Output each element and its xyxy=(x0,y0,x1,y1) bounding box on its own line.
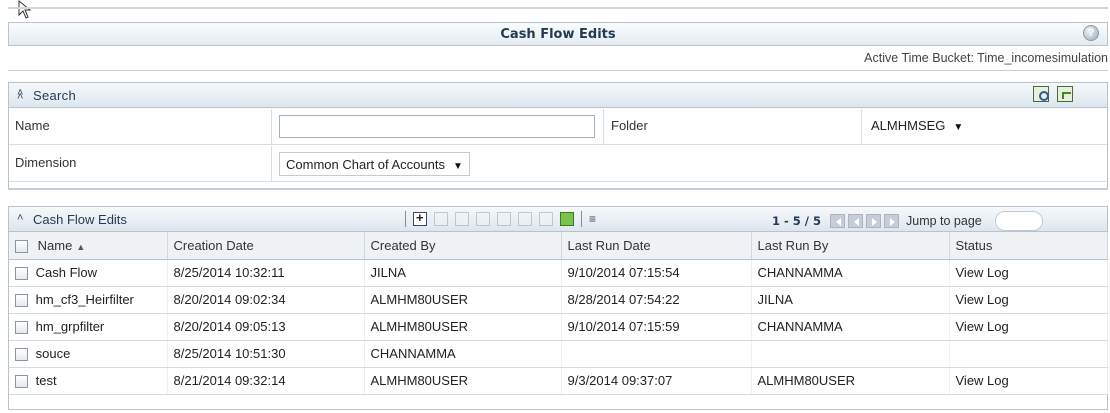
view-log-link[interactable] xyxy=(949,340,1108,368)
row-creation-date: 8/20/2014 09:02:34 xyxy=(167,286,365,314)
dimension-select-value: Common Chart of Accounts xyxy=(286,157,445,172)
search-panel: ˄ ˄ Search Name Folder ALMHMSEG ▼ Dimensi… xyxy=(8,82,1108,190)
row-creation-date: 8/20/2014 09:05:13 xyxy=(167,313,365,341)
chevron-down-icon: ▼ xyxy=(452,161,463,172)
row-name: hm_grpfilter xyxy=(35,318,105,334)
divider xyxy=(8,188,1108,190)
chevron-down-icon: ▼ xyxy=(953,122,964,133)
row-last-run-date: 9/10/2014 07:15:59 xyxy=(561,313,752,341)
mouse-cursor-icon xyxy=(18,0,32,19)
edit-icon[interactable] xyxy=(455,212,469,226)
dimension-label: Dimension xyxy=(15,155,77,170)
cash-flow-edits-panel: ˄ Cash Flow Edits ≡ 1 - 5 / 5 Jump to pa… xyxy=(8,206,1108,410)
row-creation-date: 8/21/2014 09:32:14 xyxy=(167,367,365,395)
view-log-link[interactable]: View Log xyxy=(949,286,1108,314)
row-created-by: ALMHM80USER xyxy=(364,313,562,341)
table-row[interactable]: souce 8/25/2014 10:51:30 CHANNAMMA xyxy=(9,340,1108,368)
row-created-by: ALMHM80USER xyxy=(364,286,562,314)
table-row[interactable]: hm_cf3_Heirfilter 8/20/2014 09:02:34 ALM… xyxy=(9,286,1108,314)
dimension-select[interactable]: Common Chart of Accounts ▼ xyxy=(279,152,470,176)
row-creation-date: 8/25/2014 10:32:11 xyxy=(167,259,365,287)
pager: 1 - 5 / 5 Jump to page xyxy=(772,211,1043,231)
folder-select-value: ALMHMSEG xyxy=(871,118,946,133)
row-last-run-date: 9/10/2014 07:15:54 xyxy=(561,259,752,287)
run-icon[interactable] xyxy=(497,212,511,226)
last-page-icon[interactable] xyxy=(884,214,899,228)
row-checkbox[interactable] xyxy=(15,294,28,308)
collapse-chevron-icon[interactable]: ˄ xyxy=(17,212,23,224)
previous-page-icon[interactable] xyxy=(848,214,863,228)
row-last-run-by: CHANNAMMA xyxy=(751,259,950,287)
search-panel-title: Search xyxy=(33,88,76,103)
top-divider xyxy=(8,7,1108,9)
view-icon[interactable] xyxy=(434,212,448,226)
row-created-by: ALMHM80USER xyxy=(364,367,562,395)
collapse-chevron-icon-2: ˄ xyxy=(17,91,24,103)
table-row[interactable]: test 8/21/2014 09:32:14 ALMHM80USER 9/3/… xyxy=(9,367,1108,395)
row-last-run-by: CHANNAMMA xyxy=(751,313,950,341)
column-header-status[interactable]: Status xyxy=(949,232,1108,260)
folder-label: Folder xyxy=(611,118,648,133)
row-checkbox[interactable] xyxy=(15,321,28,335)
save-as-icon[interactable] xyxy=(518,212,532,226)
search-icon[interactable] xyxy=(1033,86,1049,102)
jump-to-page-label: Jump to page xyxy=(906,214,982,228)
page-title: Cash Flow Edits xyxy=(500,27,616,42)
column-header-name[interactable]: Name ▲ xyxy=(9,232,168,260)
pager-count: 1 - 5 / 5 xyxy=(772,214,821,228)
jump-to-page-input[interactable] xyxy=(994,211,1043,231)
row-last-run-date: 8/28/2014 07:54:22 xyxy=(561,286,752,314)
row-checkbox[interactable] xyxy=(15,267,28,281)
active-time-bucket: Active Time Bucket: Time_incomesimulatio… xyxy=(864,51,1108,65)
delete-icon[interactable] xyxy=(476,212,490,226)
reset-icon[interactable] xyxy=(1057,86,1073,102)
row-checkbox[interactable] xyxy=(15,348,28,362)
add-icon[interactable] xyxy=(413,210,427,226)
table-row[interactable]: Cash Flow 8/25/2014 10:32:11 JILNA 9/10/… xyxy=(9,259,1108,287)
search-row-dimension: Dimension Common Chart of Accounts ▼ xyxy=(9,146,1107,182)
cash-flow-edits-table: Name ▲ Creation Date Created By Last Run … xyxy=(9,232,1108,395)
next-page-icon[interactable] xyxy=(866,214,881,228)
row-last-run-date xyxy=(561,340,752,368)
name-label: Name xyxy=(15,118,50,133)
row-last-run-by xyxy=(751,340,950,368)
column-header-creation-date[interactable]: Creation Date xyxy=(167,232,365,260)
column-header-last-run-date[interactable]: Last Run Date xyxy=(561,232,752,260)
table-header-row: Name ▲ Creation Date Created By Last Run … xyxy=(9,232,1108,260)
column-header-label: Name xyxy=(37,237,73,253)
first-page-icon[interactable] xyxy=(830,214,845,228)
row-name: Cash Flow xyxy=(35,264,98,280)
table-row[interactable]: hm_grpfilter 8/20/2014 09:05:13 ALMHM80U… xyxy=(9,313,1108,341)
folder-select[interactable]: ALMHMSEG ▼ xyxy=(865,114,970,138)
column-header-created-by[interactable]: Created By xyxy=(364,232,562,260)
search-row-name-folder: Name Folder ALMHMSEG ▼ xyxy=(9,109,1107,145)
divider xyxy=(8,70,1108,71)
grid-panel-header: ˄ Cash Flow Edits ≡ 1 - 5 / 5 Jump to pa… xyxy=(9,207,1107,232)
row-last-run-by: ALMHM80USER xyxy=(751,367,950,395)
row-last-run-date: 9/3/2014 09:37:07 xyxy=(561,367,752,395)
row-name: hm_cf3_Heirfilter xyxy=(35,291,134,307)
row-last-run-by: JILNA xyxy=(751,286,950,314)
grid-panel-title: Cash Flow Edits xyxy=(33,212,127,227)
page-title-bar: Cash Flow Edits ? xyxy=(8,22,1108,46)
select-all-checkbox[interactable] xyxy=(15,239,28,253)
column-header-last-run-by[interactable]: Last Run By xyxy=(751,232,950,260)
row-created-by: CHANNAMMA xyxy=(364,340,562,368)
copy-icon[interactable] xyxy=(539,212,553,226)
filter-icon[interactable]: ≡ xyxy=(589,212,596,226)
row-name: souce xyxy=(35,345,71,361)
view-log-link[interactable]: View Log xyxy=(949,313,1108,341)
row-checkbox[interactable] xyxy=(15,375,28,389)
search-panel-header[interactable]: ˄ ˄ Search xyxy=(9,83,1107,108)
view-log-link[interactable]: View Log xyxy=(949,367,1108,395)
sort-ascending-icon: ▲ xyxy=(76,241,86,252)
row-name: test xyxy=(35,372,57,388)
row-created-by: JILNA xyxy=(364,259,562,287)
view-log-link[interactable]: View Log xyxy=(949,259,1108,287)
name-input[interactable] xyxy=(279,115,595,138)
row-creation-date: 8/25/2014 10:51:30 xyxy=(167,340,365,368)
refresh-icon[interactable] xyxy=(560,212,574,226)
help-icon[interactable]: ? xyxy=(1083,25,1099,41)
